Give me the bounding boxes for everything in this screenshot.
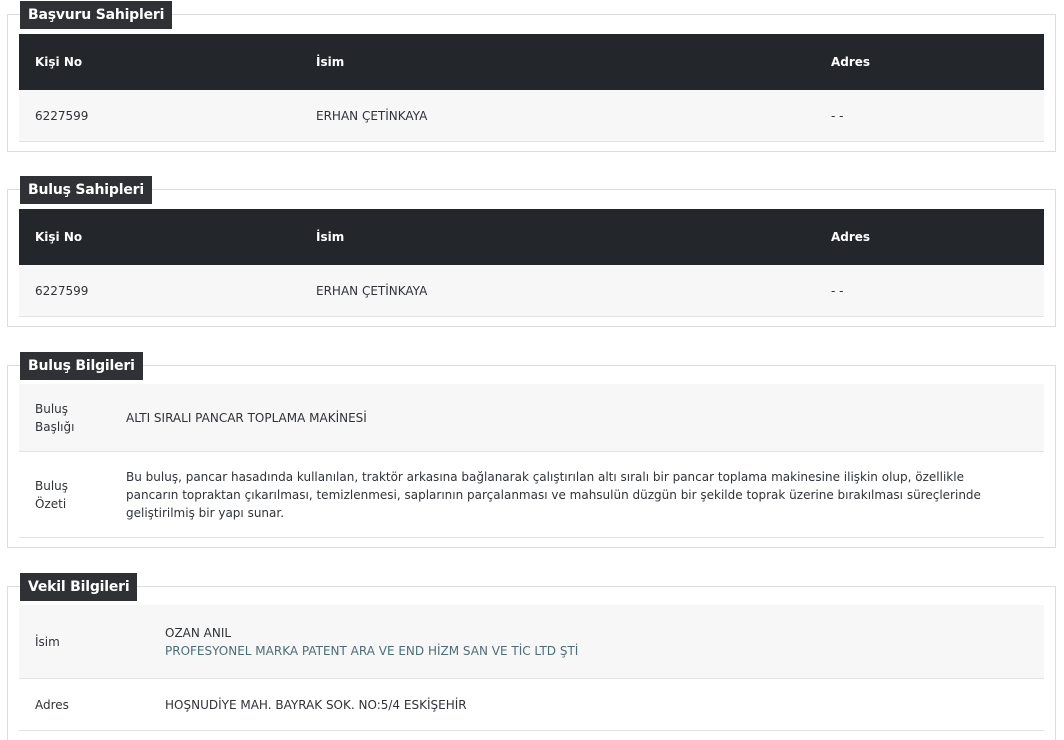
bulus-sahipleri-title: Buluş Sahipleri bbox=[20, 176, 152, 204]
bulus-basligi-row: Buluş Başlığı ALTI SIRALI PANCAR TOPLAMA… bbox=[19, 384, 1044, 452]
col-adres: Adres bbox=[831, 230, 871, 244]
bulus-basligi-value: ALTI SIRALI PANCAR TOPLAMA MAKİNESİ bbox=[126, 410, 367, 425]
label-line: Özeti bbox=[35, 496, 67, 511]
table-header: Kişi No İsim Adres bbox=[19, 209, 1044, 265]
bulus-basligi-label: Buluş Başlığı bbox=[35, 400, 74, 436]
cell-isim: ERHAN ÇETİNKAYA bbox=[316, 283, 428, 298]
basvuru-sahipleri-section: Başvuru Sahipleri Kişi No İsim Adres 622… bbox=[7, 1, 1056, 152]
vekil-name: OZAN ANIL bbox=[165, 625, 232, 640]
bulus-bilgileri-list: Buluş Başlığı ALTI SIRALI PANCAR TOPLAMA… bbox=[19, 384, 1044, 538]
vekil-adres-row: Adres HOŞNUDİYE MAH. BAYRAK SOK. NO:5/4 … bbox=[19, 679, 1044, 731]
cell-adres: - - bbox=[831, 283, 844, 298]
vekil-adres-value: HOŞNUDİYE MAH. BAYRAK SOK. NO:5/4 ESKİŞE… bbox=[165, 697, 467, 712]
label-line: Buluş bbox=[35, 478, 69, 493]
basvuru-sahipleri-table: Kişi No İsim Adres 6227599 ERHAN ÇETİNKA… bbox=[19, 34, 1044, 142]
table-header: Kişi No İsim Adres bbox=[19, 34, 1044, 90]
table-row: 6227599 ERHAN ÇETİNKAYA - - bbox=[19, 90, 1044, 142]
basvuru-sahipleri-title: Başvuru Sahipleri bbox=[20, 1, 173, 29]
bulus-ozeti-row: Buluş Özeti Bu buluş, pancar hasadında k… bbox=[19, 452, 1044, 538]
col-isim: İsim bbox=[316, 230, 345, 244]
col-kisi-no: Kişi No bbox=[35, 230, 83, 244]
vekil-bilgileri-section: Vekil Bilgileri İsim OZAN ANIL PROFESYON… bbox=[7, 573, 1056, 740]
label-line: Buluş bbox=[35, 401, 69, 416]
bulus-ozeti-value: Bu buluş, pancar hasadında kullanılan, t… bbox=[126, 469, 981, 520]
bulus-bilgileri-title: Buluş Bilgileri bbox=[20, 352, 143, 380]
vekil-isim-row: İsim OZAN ANIL PROFESYONEL MARKA PATENT … bbox=[19, 605, 1044, 679]
bulus-sahipleri-table: Kişi No İsim Adres 6227599 ERHAN ÇETİNKA… bbox=[19, 209, 1044, 317]
vekil-isim-label: İsim bbox=[35, 634, 60, 649]
bulus-bilgileri-section: Buluş Bilgileri Buluş Başlığı ALTI SIRAL… bbox=[7, 352, 1056, 548]
table-row: 6227599 ERHAN ÇETİNKAYA - - bbox=[19, 265, 1044, 317]
cell-kisi-no: 6227599 bbox=[35, 283, 89, 298]
bulus-ozeti-label: Buluş Özeti bbox=[35, 477, 68, 513]
label-line: Başlığı bbox=[35, 419, 75, 434]
cell-isim: ERHAN ÇETİNKAYA bbox=[316, 108, 428, 123]
vekil-adres-label: Adres bbox=[35, 697, 69, 712]
vekil-bilgileri-title: Vekil Bilgileri bbox=[20, 573, 138, 601]
cell-kisi-no: 6227599 bbox=[35, 108, 89, 123]
vekil-isim-value: OZAN ANIL PROFESYONEL MARKA PATENT ARA V… bbox=[165, 624, 578, 660]
vekil-firm: PROFESYONEL MARKA PATENT ARA VE END HİZM… bbox=[165, 643, 579, 658]
col-adres: Adres bbox=[831, 55, 871, 69]
col-kisi-no: Kişi No bbox=[35, 55, 83, 69]
cell-adres: - - bbox=[831, 108, 844, 123]
bulus-sahipleri-section: Buluş Sahipleri Kişi No İsim Adres 62275… bbox=[7, 176, 1056, 327]
vekil-bilgileri-list: İsim OZAN ANIL PROFESYONEL MARKA PATENT … bbox=[19, 605, 1044, 731]
col-isim: İsim bbox=[316, 55, 345, 69]
